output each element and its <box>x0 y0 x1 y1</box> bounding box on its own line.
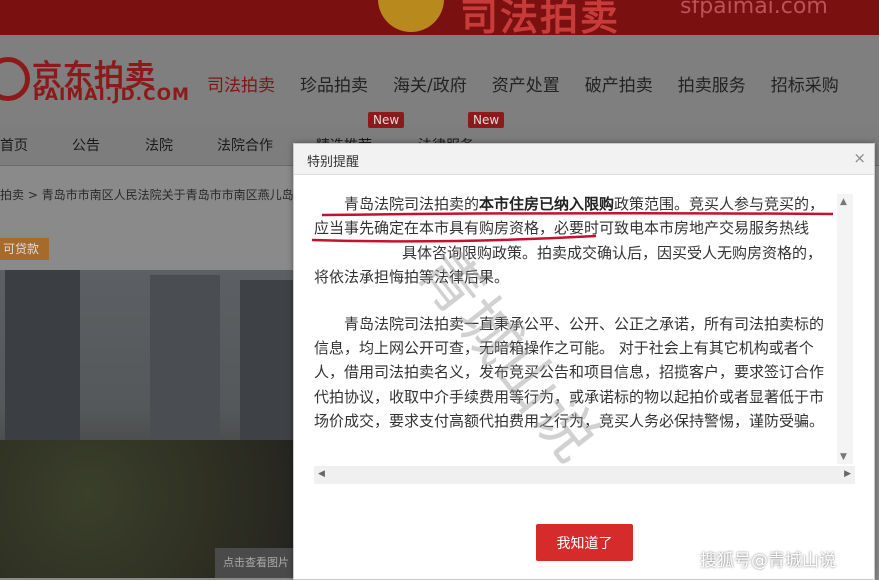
subnav-home[interactable]: 首页 <box>0 135 28 155</box>
banner-site: sfpaimai.com <box>680 0 828 19</box>
banner-headline: 司法拍卖 <box>460 0 621 35</box>
nav-procurement[interactable]: 招标采购 <box>771 71 839 96</box>
notice-text: 具体咨询限购政策。拍卖成交确认后，因买受人无购房资格的，将依法承担悔拍等法律后果… <box>314 243 823 287</box>
close-icon[interactable]: × <box>853 149 866 167</box>
building-shape <box>150 275 220 465</box>
breadcrumb[interactable]: 拍卖 > 青岛市市南区人民法院关于青岛市市南区燕儿岛 <box>0 186 294 203</box>
property-photo[interactable] <box>0 270 293 578</box>
jd-logo-icon[interactable] <box>0 57 30 101</box>
new-badge: New <box>368 112 405 128</box>
vertical-scrollbar[interactable]: ▲ ▼ <box>837 194 853 464</box>
scroll-left-icon[interactable]: ◀ <box>318 469 325 479</box>
court-emblem-icon <box>378 0 444 32</box>
nav-judicial-auction[interactable]: 司法拍卖 <box>207 71 275 96</box>
source-watermark: 搜狐号@青城山说 <box>700 551 836 571</box>
dialog-title: 特别提醒 <box>307 155 360 170</box>
nav-treasure-auction[interactable]: 珍品拍卖 <box>300 71 368 96</box>
horizontal-scrollbar[interactable]: ◀ ▶ <box>314 466 855 484</box>
special-notice-dialog: 特别提醒 × 青岛法院司法拍卖的本市住房已纳入限购政策范围。竞买人参与竞买的，应… <box>293 143 875 580</box>
scroll-down-icon[interactable]: ▼ <box>840 452 847 462</box>
acknowledge-button[interactable]: 我知道了 <box>536 524 633 561</box>
nav-bankruptcy-auction[interactable]: 破产拍卖 <box>585 71 653 96</box>
scroll-right-icon[interactable]: ▶ <box>844 469 851 479</box>
notice-paragraph-2: 青岛法院司法拍卖一直秉承公平、公开、公正之承诺，所有司法拍卖标的信息，均上网公开… <box>314 314 825 431</box>
new-badge: New <box>468 112 505 128</box>
main-nav: 司法拍卖 珍品拍卖 海关/政府 资产处置 破产拍卖 拍卖服务 招标采购 <box>207 71 864 96</box>
loan-badge: 可贷款 <box>0 238 49 260</box>
subnav-court-cooperation[interactable]: 法院合作 <box>217 135 273 155</box>
notice-emphasis: 本市住房已纳入限购 <box>479 195 615 213</box>
notice-scroll-area[interactable]: 青岛法院司法拍卖的本市住房已纳入限购政策范围。竞买人参与竞买的，应当事先确定在本… <box>314 192 855 484</box>
brand-domain: PAIMAI.JD.COM <box>33 85 190 105</box>
dialog-header: 特别提醒 × <box>294 144 874 175</box>
top-banner: 司法拍卖 sfpaimai.com <box>0 0 879 35</box>
nav-customs-government[interactable]: 海关/政府 <box>393 71 467 96</box>
notice-text: 青岛法院司法拍卖的 <box>344 195 480 213</box>
scroll-up-icon[interactable]: ▲ <box>840 197 847 207</box>
notice-content: 青岛法院司法拍卖的本市住房已纳入限购政策范围。竞买人参与竞买的，应当事先确定在本… <box>314 192 834 434</box>
nav-asset-disposal[interactable]: 资产处置 <box>492 71 560 96</box>
nav-auction-service[interactable]: 拍卖服务 <box>678 71 746 96</box>
subnav-notice[interactable]: 公告 <box>72 135 100 155</box>
view-photo-button[interactable]: 点击查看图片 <box>215 548 301 578</box>
notice-paragraph-1: 青岛法院司法拍卖的本市住房已纳入限购政策范围。竞买人参与竞买的，应当事先确定在本… <box>314 192 834 290</box>
subnav-court[interactable]: 法院 <box>145 135 173 155</box>
site-header: 京东拍卖 PAIMAI.JD.COM 司法拍卖 珍品拍卖 海关/政府 资产处置 … <box>0 35 879 125</box>
